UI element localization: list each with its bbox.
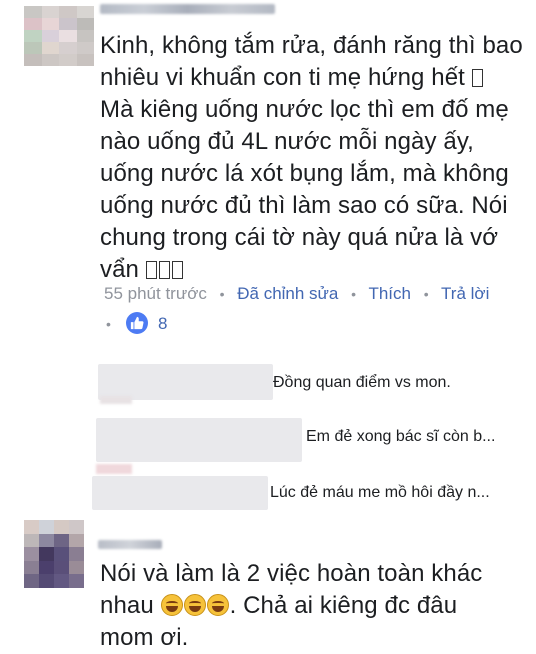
comment-line: nào uống đủ 4L nước mỗi ngày ấy, (100, 128, 474, 155)
comment-line: Mà kiêng uống nước lọc thì em đố mẹ (100, 96, 509, 123)
comment-line: vẩn (100, 254, 530, 286)
comment-body: Kinh, không tắm rửa, đánh răng thì bao n… (100, 30, 530, 286)
missing-glyph-icon (471, 69, 483, 87)
reply-text[interactable]: Em đẻ xong bác sĩ còn b... (306, 428, 495, 446)
comment-line: uống nước đủ thì làm sao có sữa. Nói (100, 192, 508, 219)
timestamp[interactable]: 55 phút trước (104, 284, 207, 303)
missing-glyph-icon (158, 261, 170, 279)
avatar[interactable] (24, 520, 84, 588)
author-name[interactable] (98, 536, 162, 552)
reply-author-avatar[interactable] (100, 396, 132, 404)
thumbs-up-icon (130, 316, 144, 330)
comment-line-text: vẩn (100, 256, 139, 283)
like-count[interactable]: 8 (158, 314, 167, 334)
laughing-emoji-icon (183, 594, 206, 616)
reply-preview-cover (92, 476, 268, 510)
reply-text[interactable]: Lúc đẻ máu me mồ hôi đầy n... (270, 484, 490, 502)
comment-line: uống nước lá xót bụng lắm, mà không (100, 160, 509, 187)
reply-preview-cover (96, 418, 302, 462)
comment-line: Nói và làm là 2 việc hoàn toàn khác (100, 560, 483, 587)
laughing-emoji-icon (160, 594, 183, 616)
missing-glyph-icon (171, 261, 183, 279)
separator-dot: • (423, 286, 429, 302)
comment-line: mom ơi. (100, 624, 189, 651)
comment-line: Kinh, không tắm rửa, đánh răng thì bao (100, 32, 523, 59)
comment-line: nhau . Chả ai kiêng đc đâu (100, 590, 530, 622)
reply-text[interactable]: Đồng quan điểm vs mon. (273, 374, 451, 392)
separator-dot: • (219, 286, 225, 302)
separator-dot: • (351, 286, 357, 302)
comment-line-text: . Chả ai kiêng đc đâu (229, 592, 458, 619)
laughing-emoji-icon (206, 594, 229, 616)
comment-line: nhiêu vi khuẩn con ti mẹ hứng hết (100, 62, 530, 94)
comment-line-text: nhau (100, 592, 154, 619)
comment-line-text: nhiêu vi khuẩn con ti mẹ hứng hết (100, 64, 465, 91)
author-name[interactable] (100, 0, 275, 18)
avatar[interactable] (24, 6, 94, 66)
like-link[interactable]: Thích (368, 284, 411, 303)
reply-author-avatar[interactable] (96, 464, 132, 474)
reply-link[interactable]: Trả lời (441, 284, 489, 303)
reply-preview-cover (98, 364, 273, 400)
like-reaction-button[interactable] (126, 312, 148, 334)
comment-body: Nói và làm là 2 việc hoàn toàn khác nhau… (100, 558, 530, 654)
comment-meta: 55 phút trước • Đã chỉnh sửa • Thích • T… (104, 284, 489, 304)
separator-dot: • (106, 316, 111, 332)
missing-glyph-icon (145, 261, 157, 279)
comment-line: chung trong cái tờ này quá nửa là vớ (100, 224, 499, 251)
edited-link[interactable]: Đã chỉnh sửa (237, 284, 338, 303)
